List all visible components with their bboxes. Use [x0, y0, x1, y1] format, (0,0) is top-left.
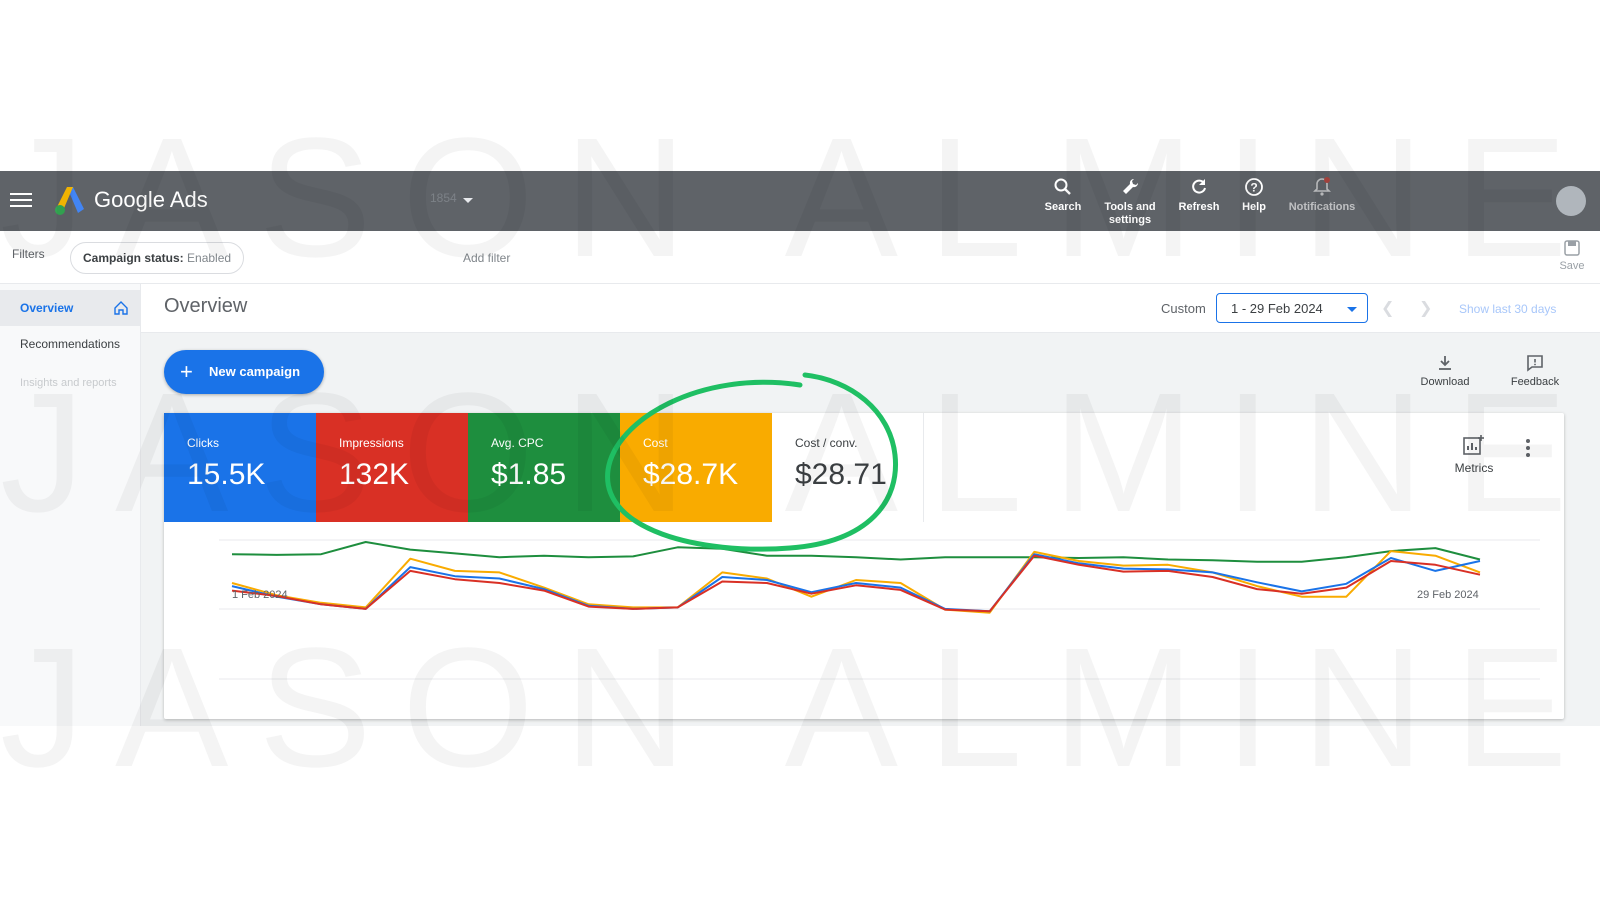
save-icon	[1564, 240, 1580, 256]
metric-name: Cost	[643, 436, 668, 450]
metric-value: 15.5K	[187, 458, 266, 491]
sidebar-item-insights[interactable]: Insights and reports	[20, 377, 117, 389]
filter-chip-key: Campaign status:	[83, 251, 184, 265]
metric-name: Cost / conv.	[795, 436, 858, 450]
more-options-icon[interactable]	[1526, 439, 1530, 460]
refresh-button[interactable]: Refresh	[1173, 177, 1225, 227]
previous-period-arrow-icon[interactable]: ❮	[1381, 298, 1394, 318]
metric-name: Impressions	[339, 436, 404, 450]
sidebar-item-label: Recommendations	[20, 337, 121, 351]
download-icon	[1439, 356, 1451, 370]
range-type-label: Custom	[1161, 301, 1206, 316]
save-label: Save	[1559, 260, 1585, 272]
brand-name[interactable]: Google Ads	[94, 187, 208, 213]
account-dropdown-caret-icon[interactable]	[463, 198, 473, 203]
metrics-label: Metrics	[1454, 461, 1494, 475]
bell-icon	[1313, 177, 1331, 196]
sidebar-item-overview[interactable]: Overview	[0, 290, 140, 326]
metric-tile-cost[interactable]: Cost $28.7K	[620, 413, 772, 522]
new-campaign-label: New campaign	[209, 364, 301, 379]
notifications-label: Notifications	[1288, 201, 1356, 213]
metric-name: Clicks	[187, 436, 219, 450]
help-icon: ?	[1245, 178, 1263, 196]
metric-tile-cost-per-conv[interactable]: Cost / conv. $28.71	[772, 413, 924, 522]
filter-chip-value: Enabled	[187, 251, 232, 265]
sidebar-item-label: Overview	[20, 301, 74, 315]
series-line-0	[231, 541, 1481, 563]
tools-label-line2: settings	[1108, 214, 1152, 226]
tools-settings-button[interactable]: Tools and settings	[1098, 177, 1162, 227]
filter-bar: Filters Campaign status: Enabled Add fil…	[0, 231, 1600, 284]
overview-header: Overview Custom 1 - 29 Feb 2024 ❮ ❯ Show…	[141, 284, 1600, 333]
search-label: Search	[1044, 201, 1082, 213]
campaign-status-filter-chip[interactable]: Campaign status: Enabled	[70, 242, 245, 274]
save-button[interactable]: Save	[1556, 239, 1588, 272]
next-period-arrow-icon[interactable]: ❯	[1419, 298, 1432, 318]
wrench-icon	[1123, 178, 1139, 194]
plus-icon: +	[180, 359, 193, 384]
metric-tile-clicks[interactable]: Clicks 15.5K	[164, 413, 316, 522]
metric-value: $28.71	[795, 458, 887, 491]
account-avatar[interactable]	[1556, 186, 1586, 216]
metric-value: $1.85	[491, 458, 567, 491]
date-range-caret-icon	[1347, 307, 1357, 312]
refresh-label: Refresh	[1178, 201, 1220, 213]
tools-label-line1: Tools and	[1104, 201, 1156, 213]
feedback-label: Feedback	[1510, 376, 1560, 388]
metric-value: 132K	[339, 458, 410, 491]
help-button[interactable]: ? Help	[1234, 177, 1274, 227]
date-range-value: 1 - 29 Feb 2024	[1231, 301, 1323, 316]
date-range-picker[interactable]: 1 - 29 Feb 2024	[1216, 293, 1368, 323]
series-layer	[231, 541, 1481, 614]
download-button[interactable]: Download	[1410, 354, 1480, 388]
google-ads-logo-icon	[55, 187, 84, 215]
show-last-30-days-link[interactable]: Show last 30 days	[1459, 302, 1556, 316]
performance-card: Clicks 15.5K Impressions 132K Avg. CPC $…	[164, 413, 1564, 719]
x-axis-end-label: 29 Feb 2024	[1417, 589, 1479, 601]
search-icon	[1054, 178, 1071, 195]
search-button[interactable]: Search	[1038, 177, 1088, 227]
left-sidebar: Overview Recommendations Insights and re…	[0, 284, 141, 726]
metric-name: Avg. CPC	[491, 436, 544, 450]
metrics-button[interactable]: Metrics	[1444, 435, 1504, 475]
x-axis-start-label: 1 Feb 2024	[232, 589, 288, 601]
metric-value: $28.7K	[643, 458, 739, 491]
notifications-button[interactable]: Notifications	[1286, 177, 1358, 227]
metric-tile-avg-cpc[interactable]: Avg. CPC $1.85	[468, 413, 620, 522]
sidebar-item-recommendations[interactable]: Recommendations	[0, 326, 140, 362]
account-selector[interactable]: 1854	[430, 191, 457, 205]
page-title: Overview	[164, 295, 248, 317]
help-label: Help	[1242, 201, 1266, 213]
add-chart-icon	[1463, 435, 1484, 455]
feedback-icon	[1527, 355, 1543, 372]
filters-label: Filters	[12, 247, 45, 261]
svg-text:?: ?	[1250, 181, 1257, 195]
hamburger-menu-icon[interactable]	[10, 189, 32, 211]
metric-tile-impressions[interactable]: Impressions 132K	[316, 413, 468, 522]
main-content: Overview Custom 1 - 29 Feb 2024 ❮ ❯ Show…	[141, 284, 1600, 726]
performance-line-chart	[219, 539, 1540, 680]
top-app-bar: Google Ads 1854 Search Tools and setting…	[0, 171, 1600, 231]
new-campaign-button[interactable]: + New campaign	[164, 350, 324, 394]
add-filter-button[interactable]: Add filter	[463, 251, 510, 265]
refresh-icon	[1192, 179, 1206, 194]
download-label: Download	[1420, 376, 1470, 388]
home-icon	[114, 301, 128, 315]
feedback-button[interactable]: Feedback	[1500, 354, 1570, 388]
series-line-1	[231, 550, 1481, 614]
